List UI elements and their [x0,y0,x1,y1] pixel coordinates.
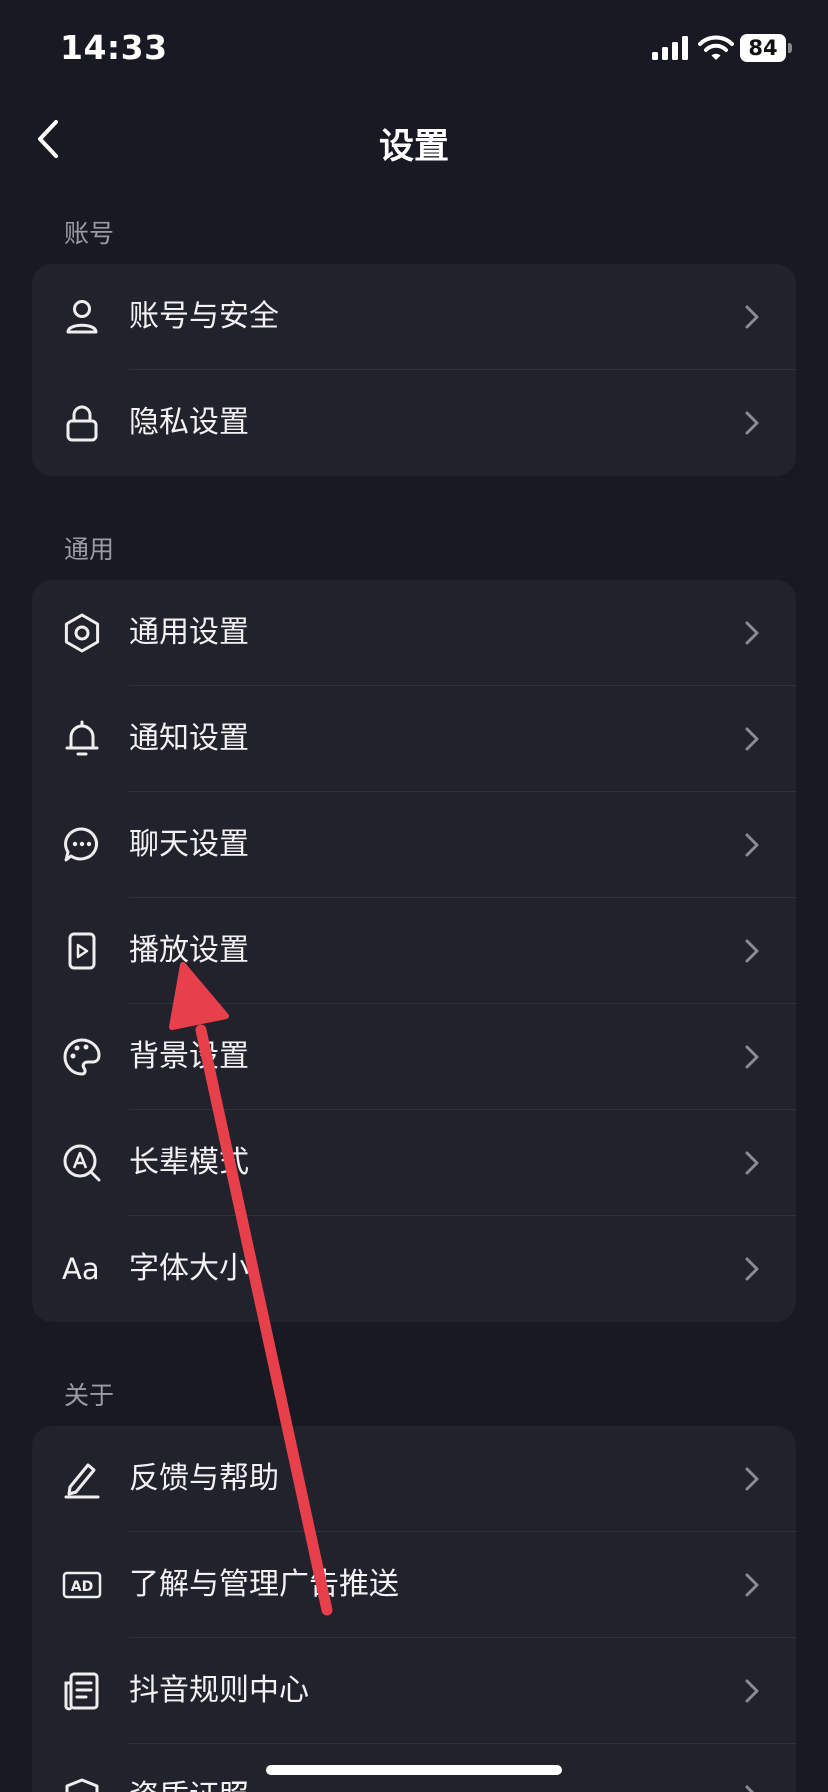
settings-item-background[interactable]: 背景设置 [32,1004,796,1110]
settings-item-playback[interactable]: 播放设置 [32,898,796,1004]
battery-level: 84 [740,34,786,62]
settings-item-label: 了解与管理广告推送 [129,1567,399,1602]
settings-item-elder-mode[interactable]: 长辈模式 [32,1110,796,1216]
settings-item-feedback[interactable]: 反馈与帮助 [32,1426,796,1532]
home-indicator[interactable] [266,1765,562,1775]
settings-item-label: 抖音规则中心 [129,1673,309,1708]
settings-item-ad-management[interactable]: AD 了解与管理广告推送 [32,1532,796,1638]
settings-item-label: 聊天设置 [129,827,249,862]
settings-item-font-size[interactable]: Aa 字体大小 [32,1216,796,1322]
user-icon [66,300,98,334]
card-general: 通用设置 通知设置 聊天设置 播放设置 背景设置 长辈模式 Aa 字体大小 [32,580,796,1322]
settings-item-label: 播放设置 [129,933,249,968]
chevron-right-icon [745,1151,759,1175]
cellular-signal-icon [652,36,688,60]
status-time: 14:33 [60,28,168,67]
settings-item-chat[interactable]: 聊天设置 [32,792,796,898]
settings-item-label: 通用设置 [129,615,249,650]
play-video-icon [68,932,96,970]
document-list-icon [64,1672,99,1711]
section-header-general: 通用 [64,535,115,564]
settings-item-label: 背景设置 [129,1039,249,1074]
chevron-right-icon [745,305,759,329]
settings-item-label: 隐私设置 [129,405,249,440]
chevron-right-icon [745,1045,759,1069]
ad-icon-text: AD [71,1579,93,1595]
chevron-right-icon [745,1573,759,1597]
settings-item-notification[interactable]: 通知设置 [32,686,796,792]
lock-icon [66,405,98,442]
settings-item-label: 字体大小 [129,1251,249,1286]
shield-icon [65,1778,99,1792]
card-about: 反馈与帮助 AD 了解与管理广告推送 抖音规则中心 资质证照 [32,1426,796,1792]
card-account: 账号与安全 隐私设置 [32,264,796,476]
font-size-icon: Aa [62,1252,100,1286]
settings-item-general[interactable]: 通用设置 [32,580,796,686]
settings-item-label: 反馈与帮助 [129,1461,279,1496]
gear-icon [64,613,100,653]
page-title: 设置 [378,127,449,167]
chat-bubble-icon [64,827,98,862]
chevron-right-icon [745,621,759,645]
battery-icon: 84 [740,34,792,62]
settings-item-rules-center[interactable]: 抖音规则中心 [32,1638,796,1744]
chevron-right-icon [745,727,759,751]
bell-icon [65,720,99,756]
settings-item-label: 账号与安全 [129,299,279,334]
magnifier-a-icon [63,1144,101,1182]
settings-item-label: 资质证照 [129,1744,249,1792]
settings-item-privacy[interactable]: 隐私设置 [32,370,796,476]
ad-icon: AD [62,1571,102,1599]
nav-bar: 设置 [0,100,828,180]
section-header-about: 关于 [64,1381,115,1410]
palette-icon [63,1038,101,1076]
chevron-right-icon [745,1785,755,1792]
chevron-right-icon [745,1679,759,1703]
settings-item-account-security[interactable]: 账号与安全 [32,264,796,370]
chevron-right-icon [745,833,759,857]
settings-item-label: 通知设置 [129,721,249,756]
wifi-icon [698,35,734,60]
status-bar: 14:33 84 [0,0,828,100]
settings-item-label: 长辈模式 [129,1145,249,1180]
chevron-right-icon [745,939,759,963]
pencil-icon [64,1463,100,1499]
chevron-right-icon [745,1257,759,1281]
chevron-right-icon [745,1467,759,1491]
chevron-right-icon [745,411,759,435]
section-header-account: 账号 [64,219,115,248]
